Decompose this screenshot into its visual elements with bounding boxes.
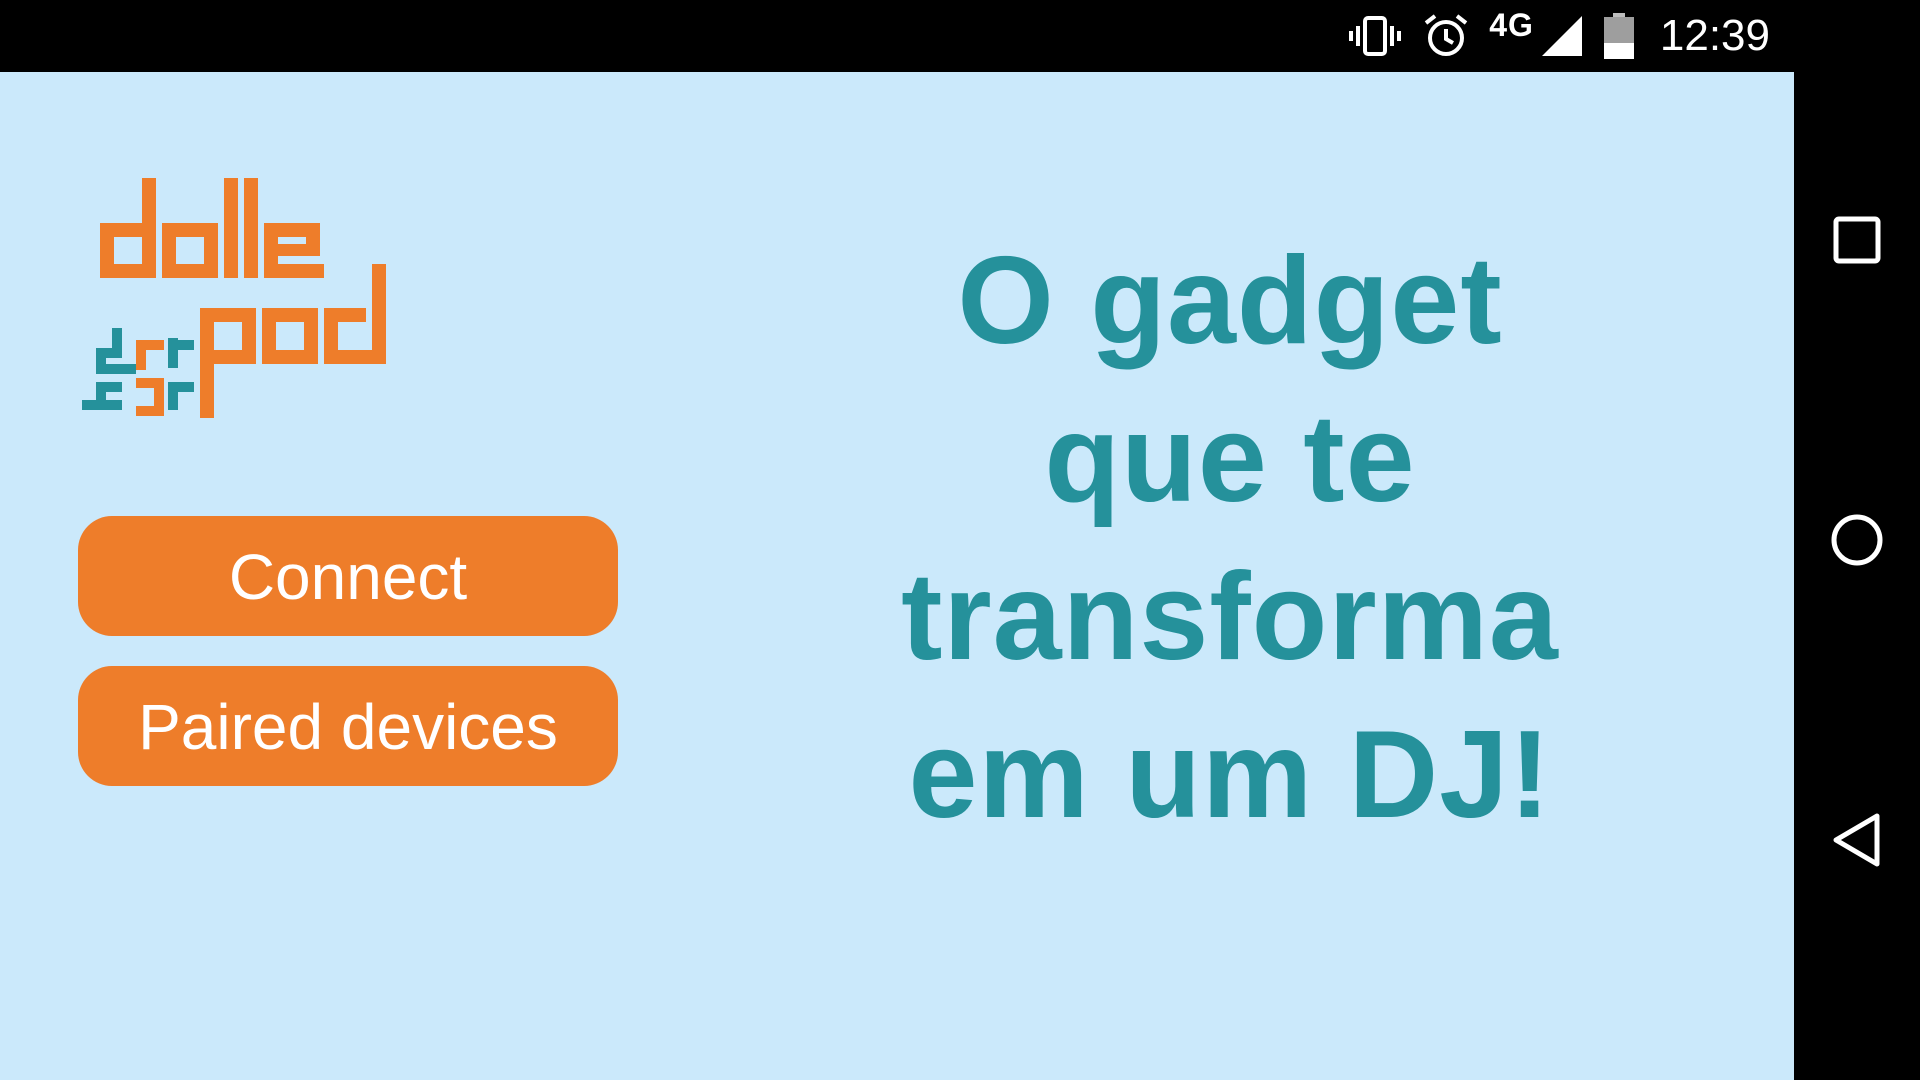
- connect-button[interactable]: Connect: [78, 516, 618, 636]
- tagline-line-3: transforma: [901, 548, 1559, 686]
- status-icons: 4G 12:39: [1347, 0, 1770, 72]
- screen: 4G 12:39 Connect Paired devices O gadget…: [0, 0, 1920, 1080]
- vibrate-icon: [1347, 14, 1403, 58]
- tagline-line-2: que te: [1044, 390, 1416, 528]
- signal-icon: [1540, 14, 1584, 58]
- back-icon: [1833, 813, 1880, 867]
- paired-devices-button[interactable]: Paired devices: [78, 666, 618, 786]
- battery-icon: [1603, 13, 1634, 59]
- dalle-da-pad-logo: [82, 178, 386, 418]
- network-type-label: 4G: [1489, 6, 1534, 43]
- tagline: O gadget que te transforma em um DJ!: [860, 222, 1600, 854]
- navigation-bar: [1794, 0, 1920, 1080]
- back-button[interactable]: [1794, 780, 1920, 900]
- app-main: Connect Paired devices O gadget que te t…: [0, 72, 1794, 1080]
- home-icon: [1831, 514, 1883, 566]
- tagline-line-4: em um DJ!: [908, 706, 1552, 844]
- recents-button[interactable]: [1794, 180, 1920, 300]
- status-bar: 4G 12:39: [0, 0, 1794, 72]
- recents-icon: [1833, 216, 1881, 264]
- alarm-icon: [1423, 13, 1469, 59]
- home-button[interactable]: [1794, 480, 1920, 600]
- clock-time: 12:39: [1659, 11, 1770, 60]
- tagline-line-1: O gadget: [957, 232, 1503, 370]
